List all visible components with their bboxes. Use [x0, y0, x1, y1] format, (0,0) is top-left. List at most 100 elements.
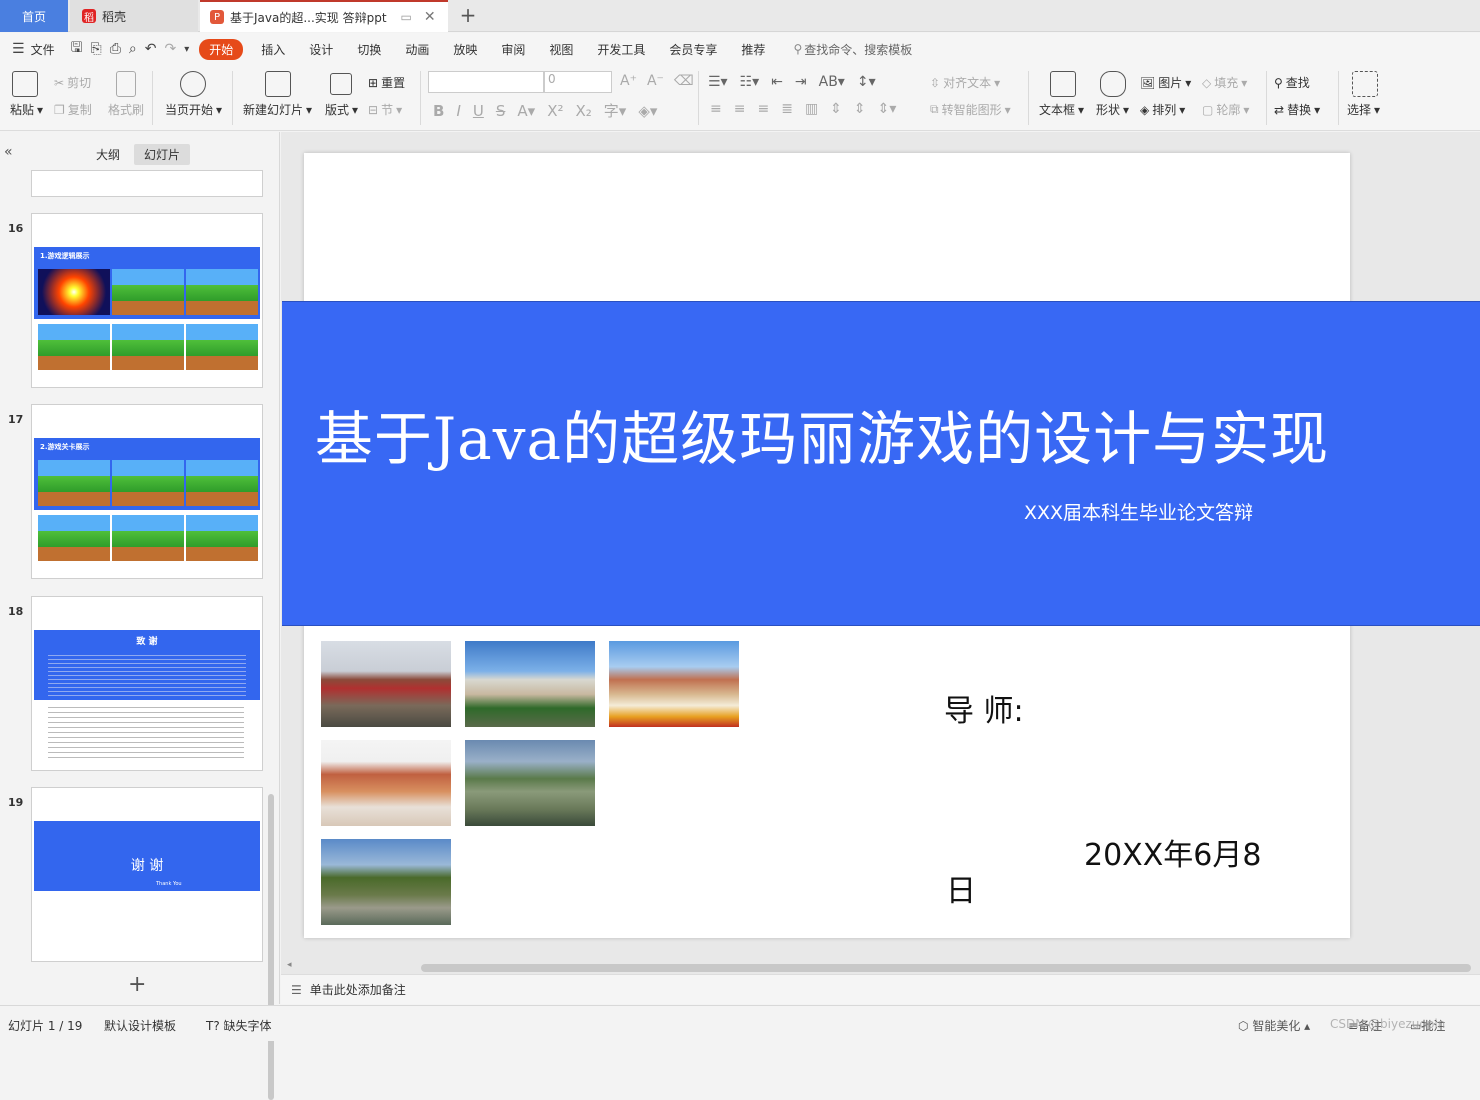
design-template-label[interactable]: 默认设计模板 — [104, 1017, 176, 1034]
underline-icon[interactable]: U — [473, 102, 484, 120]
undo-icon[interactable]: ↶ — [145, 41, 157, 57]
increase-indent-icon[interactable]: ⇥ — [795, 74, 807, 90]
arrange-button[interactable]: ◈ 排列 ▾ — [1140, 101, 1185, 118]
menu-insert[interactable]: 插入 — [249, 41, 297, 58]
menu-member[interactable]: 会员专享 — [657, 41, 729, 58]
menu-slideshow[interactable]: 放映 — [441, 41, 489, 58]
tab-document[interactable]: P 基于Java的超...实现 答辩ppt ▭ ✕ — [200, 0, 448, 32]
font-color-icon[interactable]: A▾ — [517, 102, 535, 120]
paste-icon[interactable] — [12, 71, 38, 97]
decrease-indent-icon[interactable]: ⇤ — [771, 74, 783, 90]
reset-button[interactable]: ⊞ 重置 — [368, 74, 405, 91]
slide-thumbnail-partial[interactable] — [31, 170, 263, 197]
line-spacing-icon[interactable]: ↕▾ — [857, 74, 876, 90]
campus-photo-avenue[interactable] — [321, 839, 451, 925]
align-center-icon[interactable]: ≡ — [734, 101, 746, 117]
align-text-button[interactable]: ⇳ 对齐文本 ▾ — [930, 74, 1000, 91]
new-slide-icon[interactable] — [265, 71, 291, 97]
scroll-left-icon[interactable]: ◂ — [287, 960, 292, 970]
eraser-icon[interactable]: ⌫ — [674, 73, 694, 89]
campus-photo-garden[interactable] — [465, 740, 595, 826]
save-icon[interactable]: 🖫 — [71, 37, 83, 61]
tab-slides[interactable]: 幻灯片 — [134, 144, 191, 165]
slide-thumbnail-19[interactable]: 谢 谢 Thank You — [31, 787, 263, 962]
line-spacing-2-icon[interactable]: ⇕▾ — [878, 101, 897, 117]
date-text-line1[interactable]: 20XX年6月8 — [1084, 830, 1261, 874]
textbox-button[interactable]: 文本框 ▾ — [1039, 101, 1084, 118]
menu-recommend[interactable]: 推荐 — [729, 41, 777, 58]
shape-icon[interactable] — [1100, 71, 1126, 97]
column-spacing-icon[interactable]: ⇕ — [854, 101, 866, 117]
replace-button[interactable]: ⇄ 替换 ▾ — [1274, 101, 1320, 118]
menu-animations[interactable]: 动画 — [393, 41, 441, 58]
customize-chevron-icon[interactable]: ▾ — [184, 44, 189, 55]
superscript-icon[interactable]: X² — [547, 102, 563, 120]
canvas-horizontal-scrollbar[interactable]: ◂ — [281, 960, 1480, 974]
font-size-combo[interactable]: 0 — [544, 71, 612, 93]
new-slide-button[interactable]: 新建幻灯片 ▾ — [243, 101, 312, 118]
numbered-list-icon[interactable]: ☷▾ — [740, 74, 760, 90]
align-right-icon[interactable]: ≡ — [757, 101, 769, 117]
menu-developer[interactable]: 开发工具 — [585, 41, 657, 58]
notes-pane[interactable]: ☰ 单击此处添加备注 — [281, 974, 1480, 1004]
textbox-icon[interactable] — [1050, 71, 1076, 97]
missing-font-button[interactable]: T? 缺失字体 — [206, 1017, 272, 1034]
text-direction-icon[interactable]: AB▾ — [819, 74, 845, 90]
menu-view[interactable]: 视图 — [537, 41, 585, 58]
notes-placeholder[interactable]: 单击此处添加备注 — [310, 981, 406, 998]
paragraph-spacing-icon[interactable]: ⇕ — [830, 101, 842, 117]
new-tab-button[interactable]: + — [456, 4, 480, 28]
play-from-current-button[interactable]: 当页开始 ▾ — [165, 101, 222, 118]
shape-button[interactable]: 形状 ▾ — [1096, 101, 1129, 118]
smartart-button[interactable]: ⧉ 转智能图形 ▾ — [930, 101, 1011, 118]
menu-home[interactable]: 开始 — [199, 38, 244, 60]
close-tab-icon[interactable]: ✕ — [424, 9, 436, 25]
font-name-combo[interactable] — [428, 71, 544, 93]
campus-photo-stone[interactable] — [609, 641, 739, 727]
slide-title[interactable]: 基于Java的超级玛丽游戏的设计与实现 — [282, 392, 1362, 476]
find-button[interactable]: ⚲ 查找 — [1274, 74, 1310, 91]
menu-file[interactable]: 文件 — [29, 41, 67, 58]
layout-icon[interactable] — [330, 73, 352, 95]
menu-review[interactable]: 审阅 — [489, 41, 537, 58]
export-icon[interactable]: ⎘ — [91, 41, 102, 57]
scroll-thumb[interactable] — [421, 964, 1471, 972]
highlight-icon[interactable]: ◈▾ — [638, 102, 657, 120]
italic-icon[interactable]: I — [456, 102, 460, 120]
collapse-panel-icon[interactable]: « — [4, 144, 13, 160]
menu-transitions[interactable]: 切换 — [345, 41, 393, 58]
smart-beautify-button[interactable]: ⬡ 智能美化 ▴ — [1238, 1017, 1310, 1034]
layout-button[interactable]: 版式 ▾ — [325, 101, 358, 118]
copy-button[interactable]: ❐ 复制 — [54, 101, 92, 118]
format-painter-icon[interactable] — [116, 71, 136, 97]
align-left-icon[interactable]: ≡ — [710, 101, 722, 117]
strikethrough-icon[interactable]: S — [496, 102, 506, 120]
section-button[interactable]: ⊟ 节 ▾ — [368, 101, 402, 118]
redo-icon[interactable]: ↷ — [165, 41, 177, 57]
outline-button[interactable]: ▢ 轮廓 ▾ — [1202, 101, 1249, 118]
picture-button[interactable]: 🖼 图片 ▾ — [1140, 74, 1191, 91]
select-icon[interactable] — [1352, 71, 1378, 97]
tab-outline[interactable]: 大纲 — [86, 144, 130, 165]
bullet-list-icon[interactable]: ☰▾ — [708, 74, 728, 90]
add-slide-button[interactable]: + — [128, 972, 146, 997]
play-icon[interactable] — [180, 71, 206, 97]
bold-icon[interactable]: B — [433, 102, 444, 120]
date-text-line2[interactable]: 日 — [946, 866, 976, 910]
campus-photo-building[interactable] — [465, 641, 595, 727]
grow-font-icon[interactable]: A⁺ — [620, 73, 637, 89]
print-preview-icon[interactable]: ⌕ — [129, 41, 137, 57]
tab-home[interactable]: 首页 — [0, 0, 68, 32]
tab-docer[interactable]: 稻 稻壳 — [70, 0, 198, 32]
paste-button[interactable]: 粘贴 ▾ — [10, 101, 43, 118]
campus-photo-towers[interactable] — [321, 740, 451, 826]
format-painter-button[interactable]: 格式刷 — [108, 101, 144, 118]
print-icon[interactable]: ⎙ — [110, 41, 121, 57]
fill-button[interactable]: ◇ 填充 ▾ — [1202, 74, 1247, 91]
command-search[interactable]: 查找命令、搜索模板 — [804, 41, 912, 58]
hamburger-icon[interactable]: ☰ — [12, 41, 25, 57]
distribute-icon[interactable]: ▥ — [805, 101, 818, 117]
slide-thumbnail-16[interactable]: 1.游戏逻辑展示 — [31, 213, 263, 388]
shrink-font-icon[interactable]: A⁻ — [647, 73, 664, 89]
subscript-icon[interactable]: X₂ — [575, 102, 591, 120]
